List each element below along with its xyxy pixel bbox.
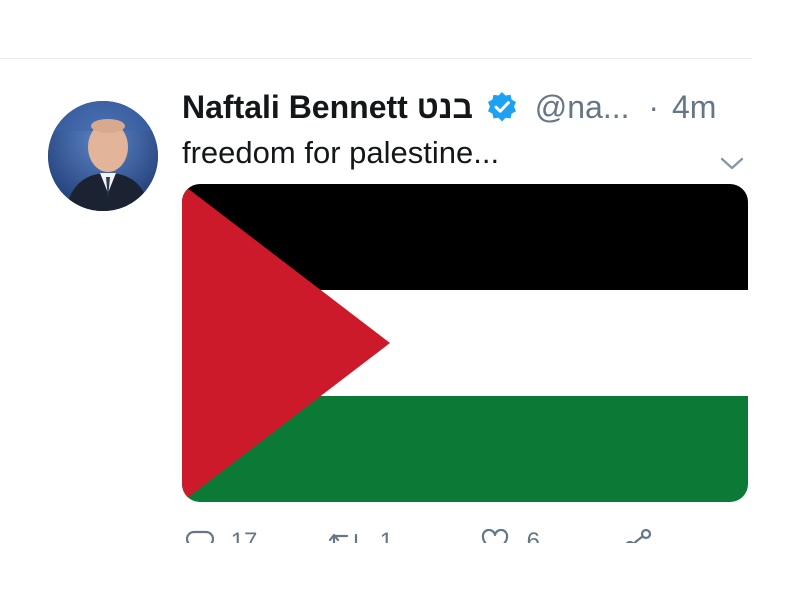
tweet-media-image[interactable] bbox=[182, 184, 748, 502]
share-button[interactable] bbox=[622, 527, 656, 543]
reply-icon bbox=[185, 530, 215, 543]
display-name[interactable]: Naftali Bennett בנט bbox=[182, 89, 473, 125]
heart-icon bbox=[481, 528, 509, 543]
reply-count: 17 bbox=[230, 527, 258, 543]
avatar[interactable] bbox=[48, 101, 158, 211]
screenshot-frame: Naftali Bennett בנט @na... · 4m freedom … bbox=[0, 0, 800, 600]
like-button[interactable]: 6 bbox=[480, 527, 540, 543]
share-icon bbox=[625, 528, 652, 543]
chevron-down-icon[interactable] bbox=[718, 153, 746, 173]
tweet-header: Naftali Bennett בנט @na... · 4m bbox=[182, 85, 716, 129]
retweet-icon bbox=[328, 533, 361, 543]
tweet-actions: 17 1 6 bbox=[182, 521, 748, 543]
tweet-card[interactable]: Naftali Bennett בנט @na... · 4m freedom … bbox=[0, 58, 752, 543]
retweet-count: 1 bbox=[379, 527, 394, 543]
verified-badge-icon bbox=[486, 90, 518, 122]
reply-button[interactable]: 17 bbox=[185, 527, 258, 543]
retweet-button[interactable]: 1 bbox=[327, 527, 393, 543]
user-handle[interactable]: @na... bbox=[535, 89, 630, 125]
like-count: 6 bbox=[526, 527, 541, 543]
tweet-text: freedom for palestine... bbox=[182, 135, 500, 170]
separator-dot: · bbox=[648, 89, 660, 125]
timestamp[interactable]: 4m bbox=[672, 89, 716, 125]
